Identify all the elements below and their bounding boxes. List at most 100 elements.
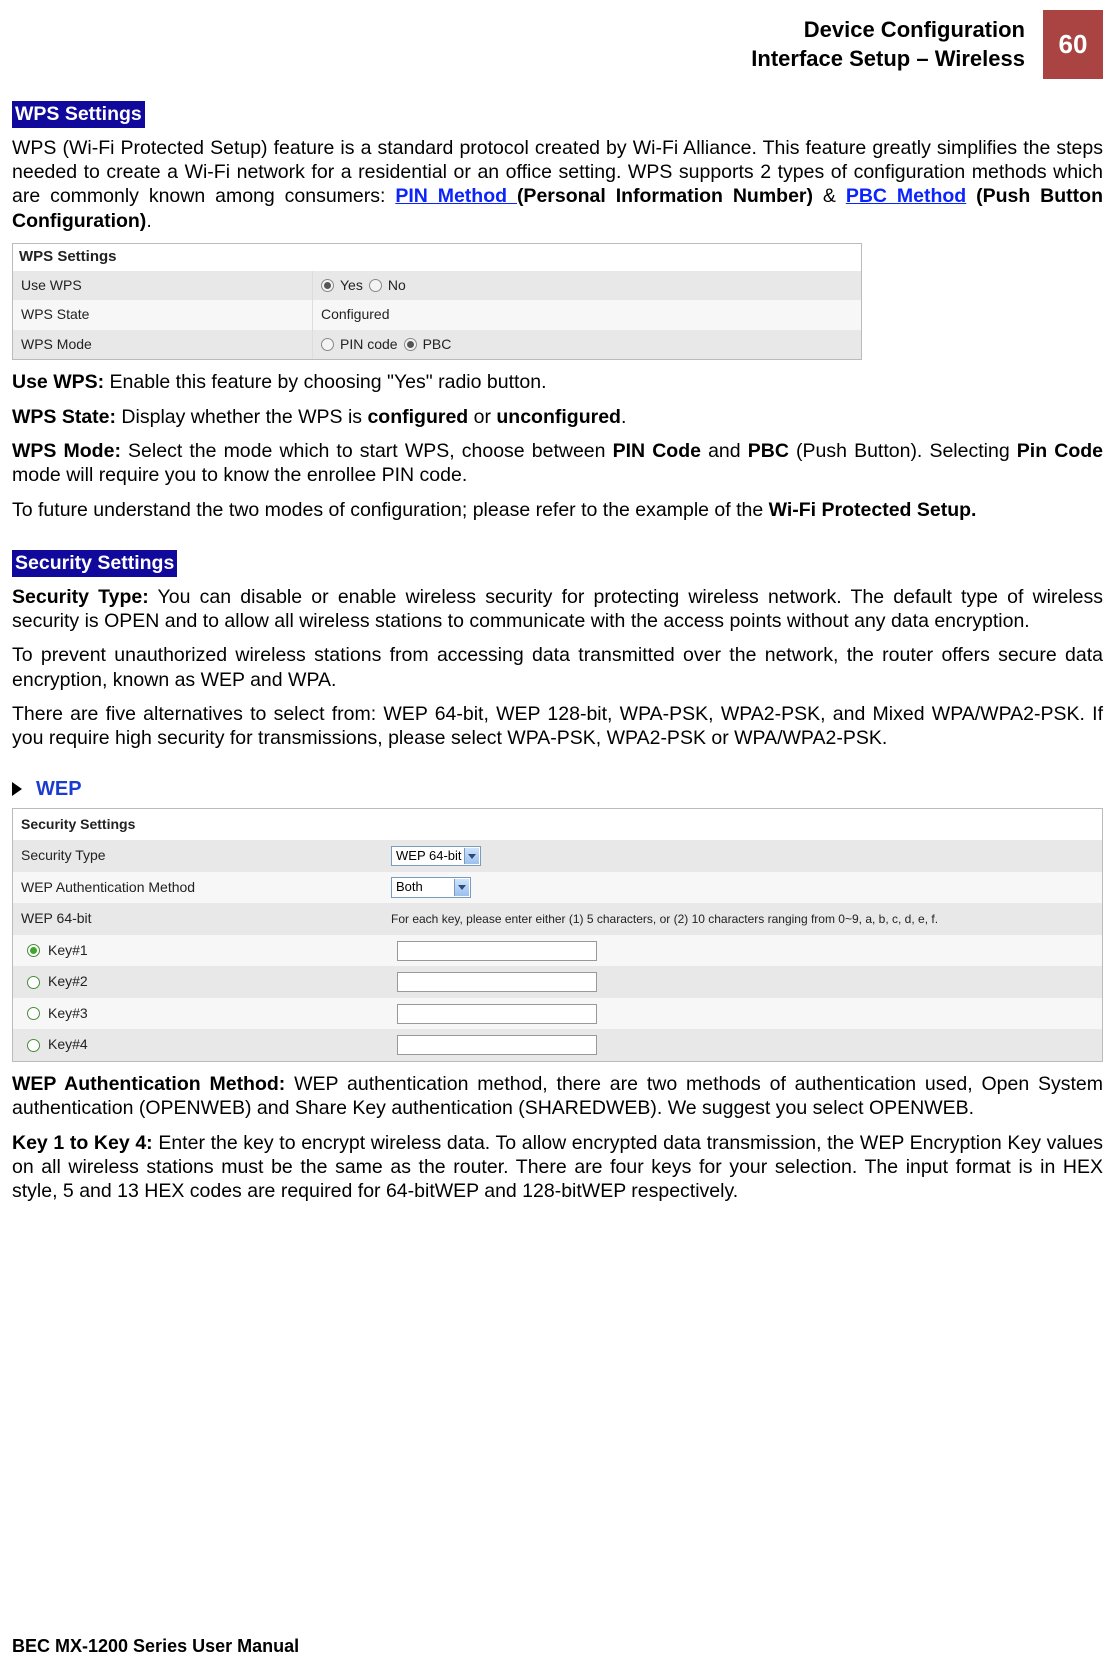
triangle-right-icon [12,782,22,796]
wps-section-label: WPS Settings [12,101,145,127]
key3-label: Key#3 [48,1005,88,1023]
security-type-select[interactable]: WEP 64-bit [391,846,481,866]
sec-ss-key4-row: Key#4 [13,1029,1102,1061]
wps-state-u: unconfigured [496,406,621,428]
wps-intro: WPS (Wi-Fi Protected Setup) feature is a… [12,136,1103,234]
radio-pbc[interactable] [404,338,417,351]
wep-title: WEP [36,777,82,802]
key2-input[interactable] [397,972,597,992]
wep-auth-b: WEP Authentication Method: [12,1073,285,1095]
key-t: Enter the key to encrypt wireless data. … [12,1132,1103,1203]
key4-radio[interactable] [27,1039,40,1052]
wps-ss-row-usewps: Use WPS Yes No [13,271,861,301]
wps-usewps-t: Enable this feature by choosing "Yes" ra… [104,371,546,393]
wps-usewps-b: Use WPS: [12,371,104,393]
sec-ss-wep64-label: WEP 64-bit [13,903,383,935]
wps-state-b: WPS State: [12,406,116,428]
wps-mode-and: and [701,440,748,462]
wps-ss-mode-value: PIN code PBC [313,330,861,360]
wps-future-desc: To future understand the two modes of co… [12,498,1103,522]
wps-future-b: Wi-Fi Protected Setup. [769,499,977,521]
radio-pin[interactable] [321,338,334,351]
key-desc: Key 1 to Key 4: Enter the key to encrypt… [12,1131,1103,1204]
wps-mode-t2: (Push Button). Selecting [789,440,1017,462]
wps-state-end: . [621,406,626,428]
page-number: 60 [1043,10,1103,79]
wps-ss-usewps-label: Use WPS [13,271,313,301]
security-type-desc: Security Type: You can disable or enable… [12,585,1103,634]
wps-section: WPS Settings WPS (Wi-Fi Protected Setup)… [12,101,1103,522]
wps-mode-desc: WPS Mode: Select the mode which to start… [12,439,1103,488]
sec-ss-key2-row: Key#2 [13,966,1102,998]
security-section: Security Settings Security Type: You can… [12,550,1103,1204]
key4-label: Key#4 [48,1036,88,1054]
wps-intro-amp: & [813,185,846,207]
security-type-t: You can disable or enable wireless secur… [12,586,1103,632]
page-header: Device Configuration Interface Setup – W… [12,10,1103,79]
security-section-label: Security Settings [12,550,177,576]
key2-radio[interactable] [27,976,40,989]
radio-pin-label: PIN code [340,336,398,354]
header-titles: Device Configuration Interface Setup – W… [751,10,1033,79]
pbc-method-link[interactable]: PBC Method [846,185,966,207]
header-title-line2: Interface Setup – Wireless [751,45,1025,74]
wps-screenshot: WPS Settings Use WPS Yes No WPS State Co… [12,243,862,360]
wps-state-c: configured [367,406,468,428]
key1-label: Key#1 [48,942,88,960]
key-b: Key 1 to Key 4: [12,1132,153,1154]
footer: BEC MX-1200 Series User Manual [0,1625,1115,1677]
dropdown-arrow-icon [454,879,469,895]
wps-mode-pin2: Pin Code [1017,440,1103,462]
wps-intro-period: . [146,210,151,232]
wps-ss-mode-label: WPS Mode [13,330,313,360]
radio-no-label: No [388,277,406,295]
dropdown-arrow-icon [464,848,479,864]
wps-state-desc: WPS State: Display whether the WPS is co… [12,405,1103,429]
radio-yes[interactable] [321,279,334,292]
sec-ss-wep64-row: WEP 64-bit For each key, please enter ei… [13,903,1102,935]
sec-ss-wep64-note: For each key, please enter either (1) 5 … [383,903,1102,935]
wps-ss-state-value: Configured [313,300,861,330]
wps-intro-pin-desc: (Personal Information Number) [517,185,813,207]
security-type-select-value: WEP 64-bit [396,848,462,863]
radio-no[interactable] [369,279,382,292]
security-para3: There are five alternatives to select fr… [12,702,1103,751]
wep-auth-select-value: Both [396,879,423,894]
sec-ss-wepauth-label: WEP Authentication Method [13,872,383,904]
wps-mode-pbc: PBC [748,440,789,462]
wps-state-t1: Display whether the WPS is [116,406,367,428]
wps-ss-state-label: WPS State [13,300,313,330]
radio-pbc-label: PBC [423,336,452,354]
security-type-b: Security Type: [12,586,149,608]
wps-state-or: or [468,406,496,428]
key2-label: Key#2 [48,973,88,991]
header-title-line1: Device Configuration [751,16,1025,45]
wps-mode-t3: mode will require you to know the enroll… [12,464,467,486]
sec-ss-title: Security Settings [13,809,383,841]
security-screenshot: Security Settings Security Type WEP 64-b… [12,808,1103,1062]
wps-ss-row-state: WPS State Configured [13,300,861,330]
sec-ss-title-row: Security Settings [13,809,1102,841]
wps-usewps-desc: Use WPS: Enable this feature by choosing… [12,370,1103,394]
wps-mode-t1: Select the mode which to start WPS, choo… [121,440,613,462]
key3-input[interactable] [397,1004,597,1024]
radio-yes-label: Yes [340,277,363,295]
wps-future-t1: To future understand the two modes of co… [12,499,769,521]
sec-ss-wepauth-row: WEP Authentication Method Both [13,872,1102,904]
key1-input[interactable] [397,941,597,961]
key4-input[interactable] [397,1035,597,1055]
wps-mode-b: WPS Mode: [12,440,121,462]
key1-radio[interactable] [27,944,40,957]
pin-method-link[interactable]: PIN Method [395,185,517,207]
key3-radio[interactable] [27,1007,40,1020]
wep-auth-desc: WEP Authentication Method: WEP authentic… [12,1072,1103,1121]
wps-ss-row-mode: WPS Mode PIN code PBC [13,330,861,360]
wps-ss-title: WPS Settings [13,244,861,271]
sec-ss-sectype-row: Security Type WEP 64-bit [13,840,1102,872]
sec-ss-sectype-label: Security Type [13,840,383,872]
wep-heading: WEP [12,777,1103,802]
sec-ss-key1-row: Key#1 [13,935,1102,967]
wps-ss-usewps-value: Yes No [313,271,861,301]
wep-auth-select[interactable]: Both [391,877,471,897]
security-para2: To prevent unauthorized wireless station… [12,643,1103,692]
